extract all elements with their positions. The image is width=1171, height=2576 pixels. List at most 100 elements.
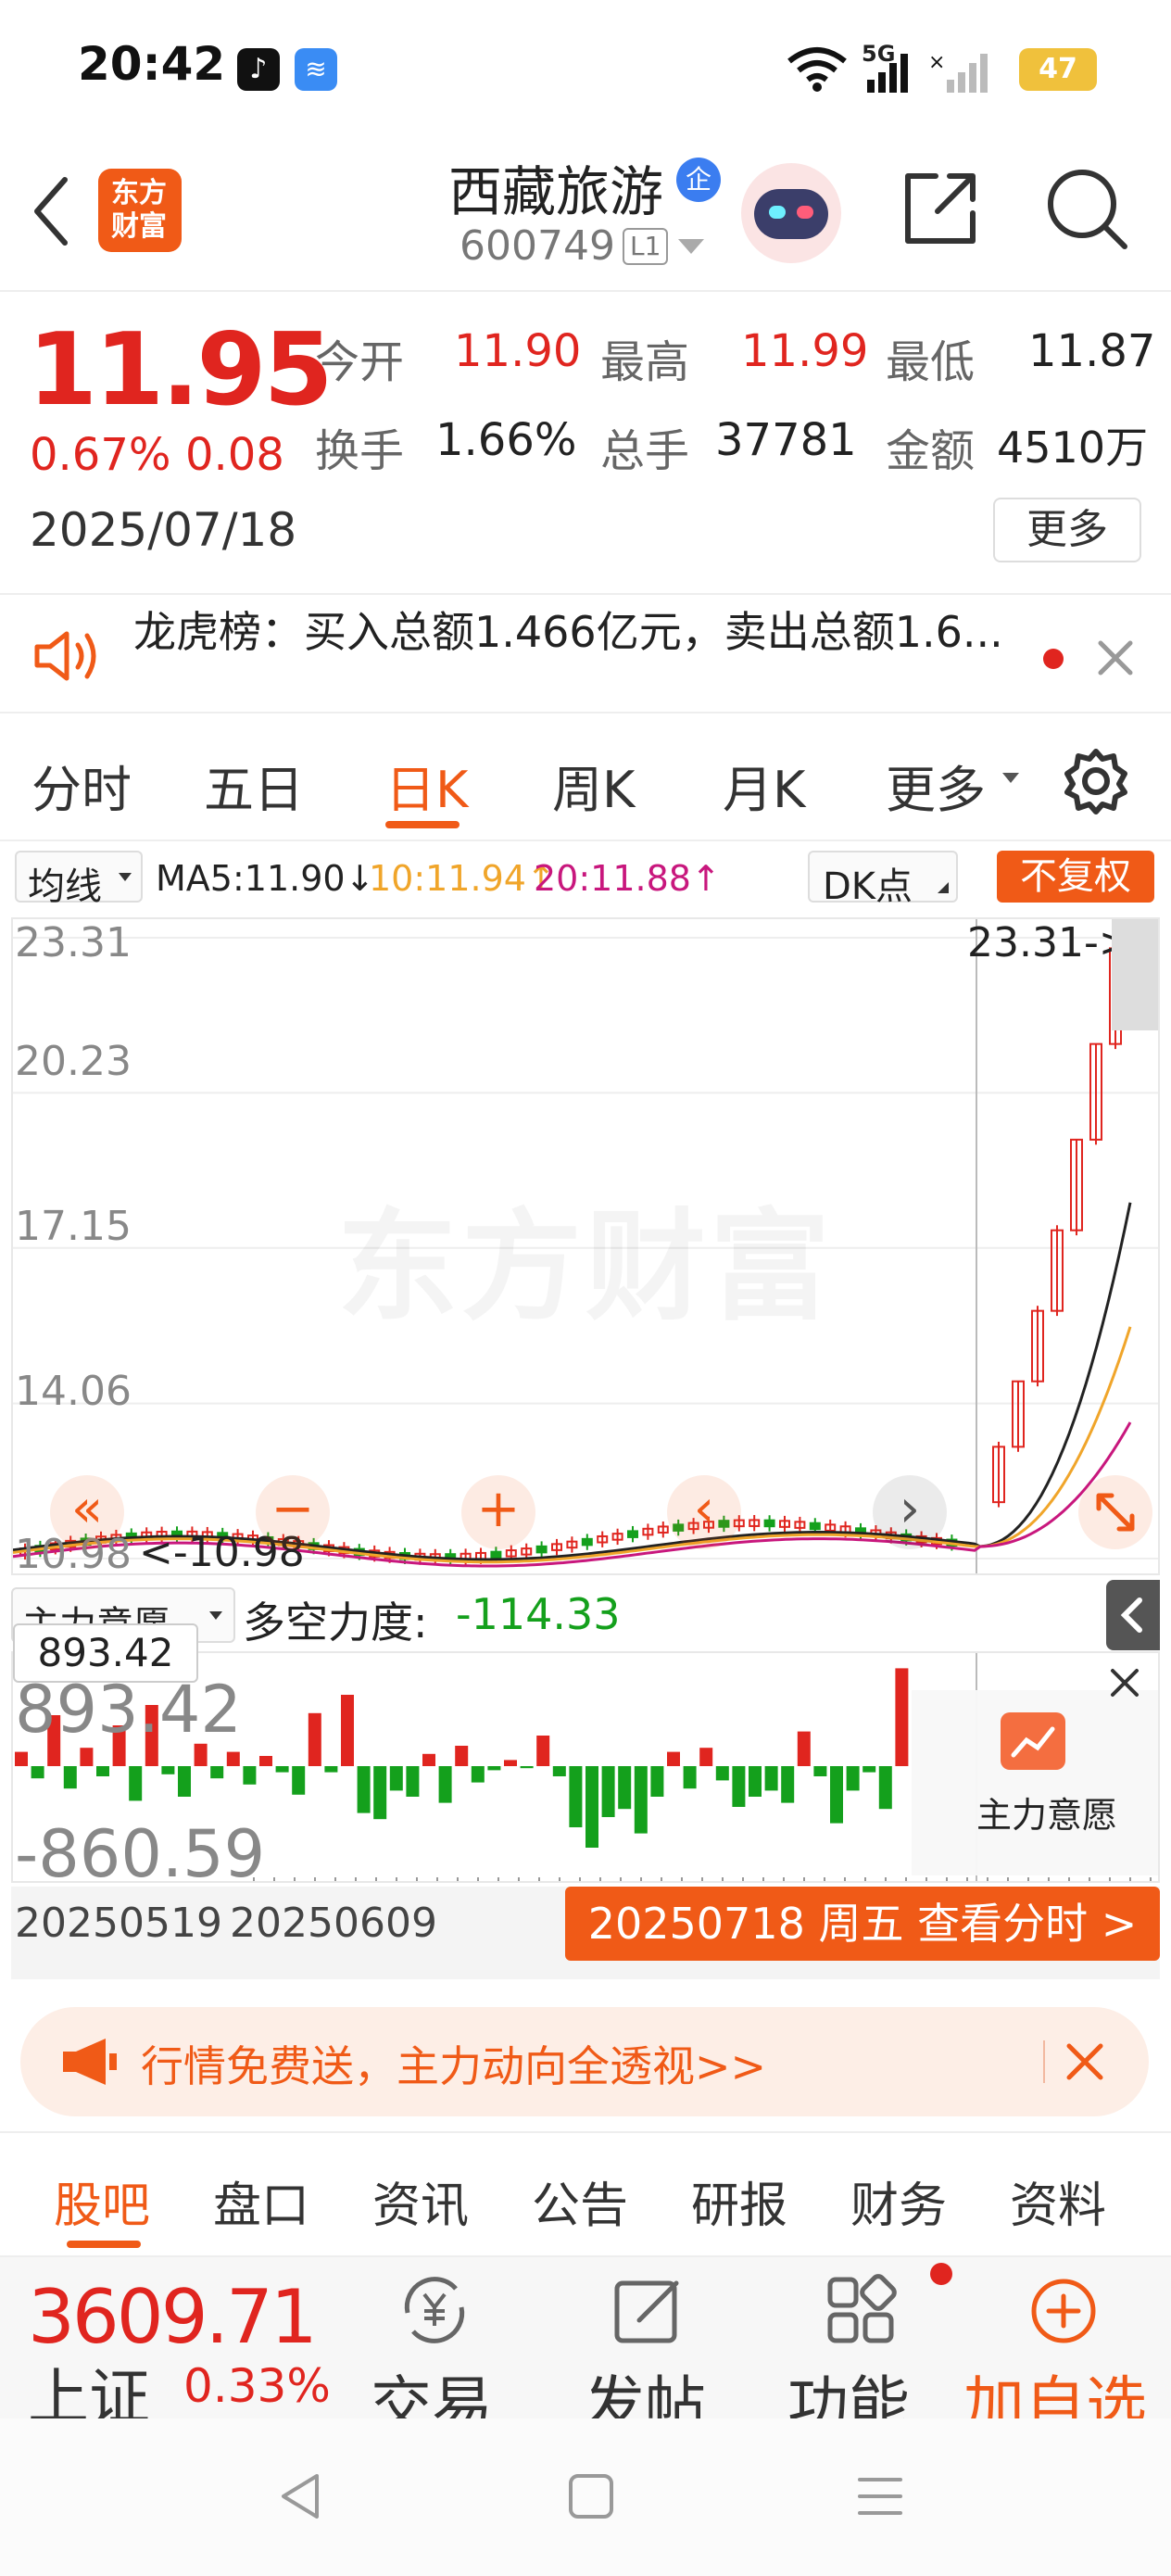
notice-bar[interactable]: 龙虎榜：买入总额1.466亿元，卖出总额1.6... [0,593,1171,713]
turnover-value: 1.66% [435,414,577,466]
nav-home-icon[interactable] [567,2470,615,2522]
sub-bar [389,1766,403,1791]
tab-news[interactable]: 资讯 [372,2166,469,2236]
chart-watermark: 东方财富 [337,1169,834,1344]
collapse-side-button[interactable] [1106,1580,1160,1650]
share-icon[interactable] [899,167,982,250]
robot-assistant-icon[interactable] [741,163,841,263]
ma-selector[interactable]: 均线 [15,851,143,908]
amount-label: 金额 [886,425,976,477]
ma20-value: 20:11.88↑ [534,858,721,899]
back-icon[interactable] [28,174,74,248]
change-percent: 0.67% [30,429,171,481]
search-icon[interactable] [1043,165,1132,254]
scroll-left-fast-button[interactable]: « [50,1475,124,1549]
promo-text: 行情免费送，主力动向全透视>> [141,2041,767,2091]
tab-five-day[interactable]: 五日 [204,749,304,822]
wifi-icon [787,47,847,92]
tab-profile[interactable]: 资料 [1010,2166,1106,2236]
fullscreen-button[interactable] [1078,1475,1152,1549]
sub-bar [308,1712,321,1766]
open-value: 11.90 [454,325,582,377]
function-button[interactable]: 功能 [786,2263,952,2441]
change-amount: 0.08 [185,429,284,481]
settings-gear-icon[interactable] [1062,747,1130,815]
tab-week-k[interactable]: 周K [552,749,635,822]
sub-bar [634,1766,648,1834]
sub-bar [324,1766,338,1773]
close-icon[interactable] [1095,638,1136,678]
system-nav-bar [0,2418,1171,2576]
stock-switch-dropdown-icon[interactable] [678,239,704,254]
tab-more[interactable]: 更多 [886,749,986,822]
trade-yen-icon [404,2277,465,2343]
zoom-in-button[interactable]: + [461,1475,535,1549]
date-row: 20250519 20250609 20250718 周五 查看分时 > [11,1887,1160,1979]
megaphone-icon [63,2039,117,2085]
tab-forum[interactable]: 股吧 [54,2166,150,2236]
ma5-value: MA5:11.90↓ [156,858,375,899]
tab-month-k[interactable]: 月K [723,749,805,822]
tab-research[interactable]: 研报 [691,2166,787,2236]
function-badge-dot [930,2263,952,2285]
more-quote-button[interactable]: 更多 [993,498,1141,562]
ma-selector-label: 均线 [28,865,102,908]
sub-bar [650,1766,664,1797]
sub-bar [618,1766,632,1810]
sub-bar [520,1766,534,1769]
main-force-card[interactable]: 主力意愿 [912,1690,1158,1875]
sub-bar [210,1766,224,1779]
scroll-right-button[interactable]: › [873,1475,947,1549]
close-promo-icon[interactable] [1064,2040,1106,2083]
zoom-out-button[interactable]: − [256,1475,330,1549]
nav-menu-icon[interactable] [856,2470,904,2522]
sub-bar [749,1766,762,1797]
status-time: 20:42 [78,37,226,91]
index-change: 0.33% [183,2359,331,2413]
sub-bar [895,1668,909,1766]
promo-banner[interactable]: 行情免费送，主力动向全透视>> [20,2007,1149,2116]
trade-button[interactable]: 交易 [361,2267,510,2441]
sub-bar [846,1766,860,1791]
index-widget[interactable]: 3609.71 上证 0.33% [0,2257,343,2433]
tab-day-k[interactable]: 日K [385,749,468,822]
sub-bar [471,1766,485,1783]
scroll-left-button[interactable]: ‹ [667,1475,741,1549]
high-label: 最高 [600,336,690,388]
nav-back-icon[interactable] [276,2470,324,2522]
sub-chart[interactable]: 893.42 -860.59 主力意愿 [11,1651,1160,1892]
y-label-top: 23.31 [15,919,132,966]
post-button[interactable]: 发帖 [574,2267,723,2441]
sub-bar [341,1695,354,1766]
content-tabs: 股吧 盘口 资讯 公告 研报 财务 资料 [0,2131,1171,2252]
notice-text: 龙虎榜：买入总额1.466亿元，卖出总额1.6... [133,607,1003,657]
tab-finance[interactable]: 财务 [850,2166,947,2236]
k-chart[interactable]: 东方财富 23.31 20.23 17.15 14.06 10.98 23.31… [11,917,1160,1578]
add-watchlist-button[interactable]: 加自选 [963,2267,1171,2441]
tiktok-icon: ♪ [237,48,280,91]
tab-orderbook[interactable]: 盘口 [213,2166,309,2236]
sub-bar [161,1766,175,1774]
sub-bar [80,1748,94,1766]
y-label-2: 20.23 [15,1038,132,1085]
tab-minute[interactable]: 分时 [31,749,132,822]
sub-bar [406,1766,420,1797]
metric-value: -114.33 [456,1589,621,1639]
quote-date: 2025/07/18 [30,503,297,557]
chart-scrollbar[interactable] [1112,919,1158,1030]
tab-announcements[interactable]: 公告 [532,2166,628,2236]
sub-bar [552,1766,566,1776]
chevron-left-icon [1120,1597,1142,1633]
promo-divider [1043,2040,1045,2083]
sub-bar [226,1751,240,1766]
quote-panel: 11.95 0.67% 0.08 2025/07/18 今开 11.90 最高 … [0,292,1171,588]
close-card-icon[interactable] [1108,1666,1141,1699]
date-start: 20250519 [15,1900,222,1947]
dk-button[interactable]: DK点 [808,851,958,908]
volume-label: 总手 [600,425,690,477]
sub-bar [699,1748,713,1766]
candle-body [627,1530,638,1538]
ma10-line [13,1326,1132,1564]
adjust-button[interactable]: 不复权 [997,851,1154,903]
view-minute-button[interactable]: 20250718 周五 查看分时 > [565,1887,1160,1961]
